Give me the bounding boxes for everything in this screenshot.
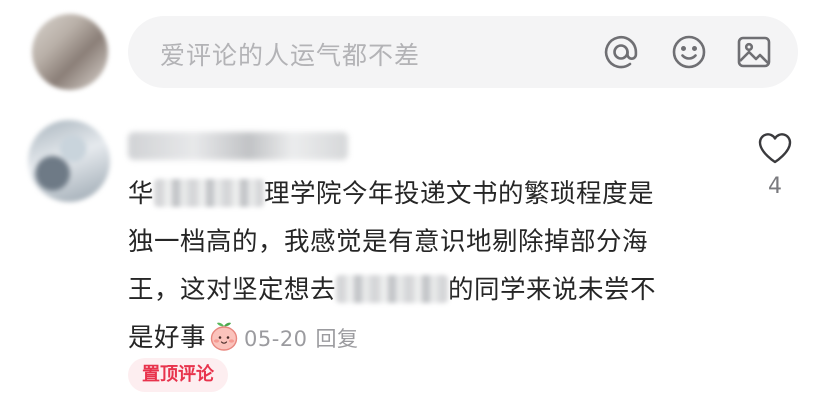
comment-section: 爱评论的人运气都不差 华理学院今年投递文书的繁琐程度是 独一档高的，我感觉是有意… — [0, 0, 828, 416]
like-count: 4 — [768, 174, 782, 199]
comment-text-segment: 华 — [128, 179, 155, 209]
comment-input-placeholder[interactable]: 爱评论的人运气都不差 — [160, 36, 420, 72]
commenter-username[interactable] — [128, 132, 348, 160]
comment-line-3: 王，这对坚定想去 的同学来说未尝不 — [128, 266, 728, 314]
comment-text-segment: 理学院今年投递文书的繁琐程度是 — [264, 179, 655, 209]
reply-button[interactable]: 回复 — [316, 327, 359, 351]
comment-line-2: 独一档高的，我感觉是有意识地剔除掉部分海 — [128, 218, 728, 266]
emoji-icon[interactable] — [670, 33, 708, 71]
like-button[interactable]: 4 — [752, 130, 798, 199]
peach-face-emoji — [208, 320, 240, 352]
comment-text-segment: 独一档高的，我感觉是有意识地剔除掉部分海 — [128, 227, 649, 257]
redacted-text — [154, 179, 265, 207]
comment-text-segment: 是好事 — [128, 323, 207, 353]
comment-text-segment: 王，这对坚定想去 — [128, 275, 337, 305]
comment-body: 华 理学院今年投递文书的繁琐程度是 独一档高的，我感觉是有意识地剔除掉部分海 王，… — [128, 170, 728, 362]
redacted-text — [336, 275, 449, 303]
commenter-avatar[interactable] — [28, 120, 110, 202]
comment-date: 05-20 — [244, 327, 308, 351]
comment-line-1: 华 理学院今年投递文书的繁琐程度是 — [128, 170, 728, 218]
image-icon[interactable] — [735, 33, 773, 71]
current-user-avatar[interactable] — [32, 14, 108, 90]
pinned-comment-badge: 置顶评论 — [128, 358, 228, 392]
comment-input-bar[interactable]: 爱评论的人运气都不差 — [128, 16, 798, 88]
comment-text-segment: 的同学来说未尝不 — [448, 275, 657, 305]
comment-line-4: 是好事 05-20 回复 — [128, 314, 728, 362]
at-icon[interactable] — [602, 33, 640, 71]
heart-outline-icon[interactable] — [756, 130, 794, 166]
comment-meta: 05-20 回复 — [244, 327, 359, 351]
